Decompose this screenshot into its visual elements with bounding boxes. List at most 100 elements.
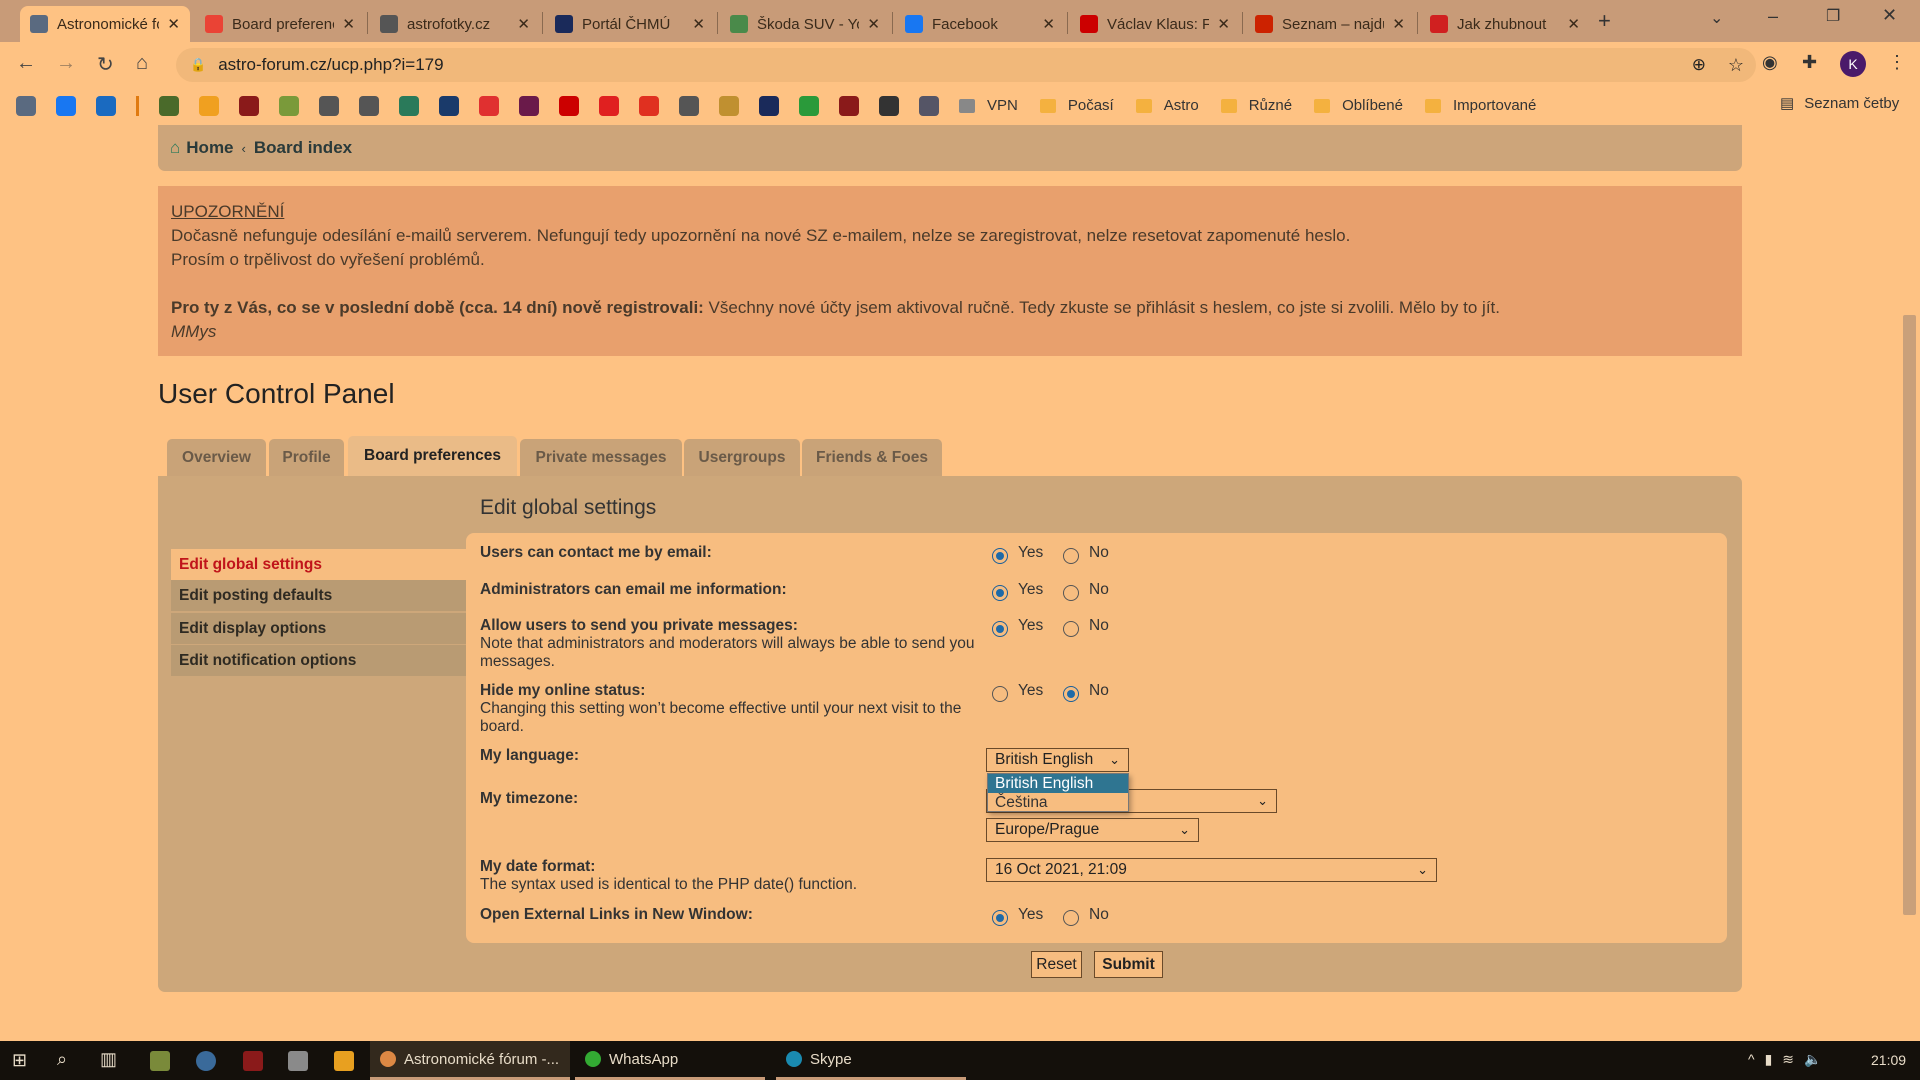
breadcrumb-board-index-link[interactable]: Board index	[254, 138, 352, 158]
taskbar-chrome[interactable]: Astronomické fórum -...	[370, 1041, 570, 1080]
radio-circle[interactable]	[992, 548, 1008, 564]
bookmark-star-icon[interactable]: ☆	[1728, 55, 1744, 76]
close-tab-icon[interactable]: ✕	[1042, 15, 1055, 33]
browser-tab[interactable]: Václav Klaus: F ✕	[1070, 6, 1240, 42]
bookmark-icon[interactable]	[16, 95, 36, 116]
address-bar[interactable]: 🔒 astro-forum.cz/ucp.php?i=179 ⊕ ☆	[176, 48, 1756, 82]
home-icon[interactable]: ⌂	[136, 52, 148, 75]
tab-overview[interactable]: Overview	[167, 439, 266, 476]
close-tab-icon[interactable]: ✕	[1392, 15, 1405, 33]
radio-circle[interactable]	[1063, 585, 1079, 601]
browser-tab[interactable]: Seznam – najdu ✕	[1245, 6, 1415, 42]
bookmark-folder[interactable]: Astro	[1135, 97, 1199, 114]
radio-yes[interactable]: Yes	[992, 544, 1043, 564]
search-icon[interactable]: ⌕	[57, 1049, 67, 1070]
extension-icon[interactable]: ◉	[1762, 52, 1778, 73]
timezone-select[interactable]: Europe/Prague ⌄	[986, 818, 1199, 842]
system-tray-icons[interactable]: ^▮≋🔈	[1748, 1051, 1831, 1068]
close-tab-icon[interactable]: ✕	[692, 15, 705, 33]
taskbar-app-icon[interactable]	[243, 1051, 263, 1071]
breadcrumb-home-link[interactable]: Home	[186, 138, 233, 158]
submit-button[interactable]: Submit	[1094, 951, 1163, 978]
radio-circle[interactable]	[992, 621, 1008, 637]
taskbar-app-icon[interactable]	[288, 1051, 308, 1071]
close-tab-icon[interactable]: ✕	[167, 15, 180, 33]
maximize-button[interactable]: ❐	[1826, 6, 1840, 26]
radio-no[interactable]: No	[1063, 617, 1109, 637]
new-tab-button[interactable]: +	[1598, 8, 1611, 34]
bookmark-icon[interactable]	[96, 95, 116, 116]
reload-icon[interactable]: ↻	[97, 52, 114, 77]
bookmark-icon[interactable]	[879, 95, 899, 116]
radio-no[interactable]: No	[1063, 906, 1109, 926]
puzzle-extensions-icon[interactable]: ✚	[1802, 52, 1817, 73]
radio-circle[interactable]	[992, 910, 1008, 926]
radio-yes[interactable]: Yes	[992, 617, 1043, 637]
browser-tab[interactable]: Jak zhubnout ✕	[1420, 6, 1590, 42]
bookmark-icon[interactable]	[559, 95, 579, 116]
file-explorer-icon[interactable]	[334, 1051, 354, 1071]
bookmark-icon[interactable]	[719, 95, 739, 116]
browser-tab[interactable]: Portál ČHMÚ ✕	[545, 6, 715, 42]
bookmark-icon[interactable]	[479, 95, 499, 116]
radio-circle[interactable]	[992, 686, 1008, 702]
bookmark-icon[interactable]	[199, 95, 219, 116]
browser-tab[interactable]: Facebook ✕	[895, 6, 1065, 42]
scrollbar-thumb[interactable]	[1903, 315, 1916, 915]
bookmark-icon[interactable]	[799, 95, 819, 116]
task-view-icon[interactable]: ▥	[100, 1049, 117, 1070]
forward-icon[interactable]: →	[56, 52, 76, 75]
bookmark-icon[interactable]	[399, 95, 419, 116]
bookmark-folder[interactable]: Importované	[1424, 97, 1536, 114]
back-icon[interactable]: ←	[16, 52, 36, 75]
tab-profile[interactable]: Profile	[269, 439, 344, 476]
zoom-icon[interactable]: ⊕	[1692, 55, 1706, 75]
browser-tab[interactable]: astrofotky.cz ✕	[370, 6, 540, 42]
taskbar-skype[interactable]: Skype	[776, 1041, 966, 1080]
bookmark-icon[interactable]	[519, 95, 539, 116]
bookmark-icon[interactable]	[679, 95, 699, 116]
radio-yes[interactable]: Yes	[992, 906, 1043, 926]
minimize-button[interactable]: –	[1768, 6, 1778, 27]
date-format-select[interactable]: 16 Oct 2021, 21:09 ⌄	[986, 858, 1437, 882]
radio-circle[interactable]	[1063, 686, 1079, 702]
bookmark-folder[interactable]: VPN	[959, 97, 1018, 114]
bookmark-icon[interactable]	[319, 95, 339, 116]
close-tab-icon[interactable]: ✕	[1217, 15, 1230, 33]
close-tab-icon[interactable]: ✕	[517, 15, 530, 33]
close-tab-icon[interactable]: ✕	[867, 15, 880, 33]
bookmark-icon[interactable]	[136, 95, 139, 116]
bookmark-icon[interactable]	[599, 95, 619, 116]
language-option[interactable]: British English	[988, 774, 1128, 793]
taskbar-app-icon[interactable]	[150, 1051, 170, 1071]
bookmark-folder[interactable]: Počasí	[1039, 97, 1114, 114]
radio-circle[interactable]	[992, 585, 1008, 601]
radio-circle[interactable]	[1063, 548, 1079, 564]
bookmark-icon[interactable]	[639, 95, 659, 116]
close-window-button[interactable]: ✕	[1882, 5, 1897, 26]
close-tab-icon[interactable]: ✕	[342, 15, 355, 33]
tab-search-icon[interactable]: ⌄	[1710, 8, 1723, 28]
bookmark-icon[interactable]	[279, 95, 299, 116]
bookmark-folder[interactable]: Různé	[1220, 97, 1292, 114]
bookmark-icon[interactable]	[439, 95, 459, 116]
browser-tab[interactable]: Astronomické fórum✕	[20, 6, 190, 42]
bookmark-icon[interactable]	[359, 95, 379, 116]
tab-usergroups[interactable]: Usergroups	[684, 439, 800, 476]
reading-list-button[interactable]: ▤ Seznam četby	[1780, 94, 1899, 113]
bookmark-icon[interactable]	[56, 95, 76, 116]
windows-start-icon[interactable]: ⊞	[12, 1050, 27, 1071]
profile-avatar[interactable]: K	[1840, 51, 1866, 77]
menu-item-edit-global-settings[interactable]: Edit global settings	[171, 549, 466, 580]
tab-board-preferences[interactable]: Board preferences	[348, 436, 517, 476]
radio-no[interactable]: No	[1063, 682, 1109, 702]
radio-yes[interactable]: Yes	[992, 682, 1043, 702]
menu-item-edit-notification-options[interactable]: Edit notification options	[171, 645, 466, 676]
clock[interactable]: 21:09	[1871, 1052, 1906, 1068]
tab-private-messages[interactable]: Private messages	[520, 439, 682, 476]
menu-item-edit-posting-defaults[interactable]: Edit posting defaults	[171, 580, 466, 611]
close-tab-icon[interactable]: ✕	[1567, 15, 1580, 33]
radio-yes[interactable]: Yes	[992, 581, 1043, 601]
bookmark-folder[interactable]: Oblíbené	[1314, 97, 1403, 114]
menu-kebab-icon[interactable]: ⋮	[1888, 52, 1906, 73]
